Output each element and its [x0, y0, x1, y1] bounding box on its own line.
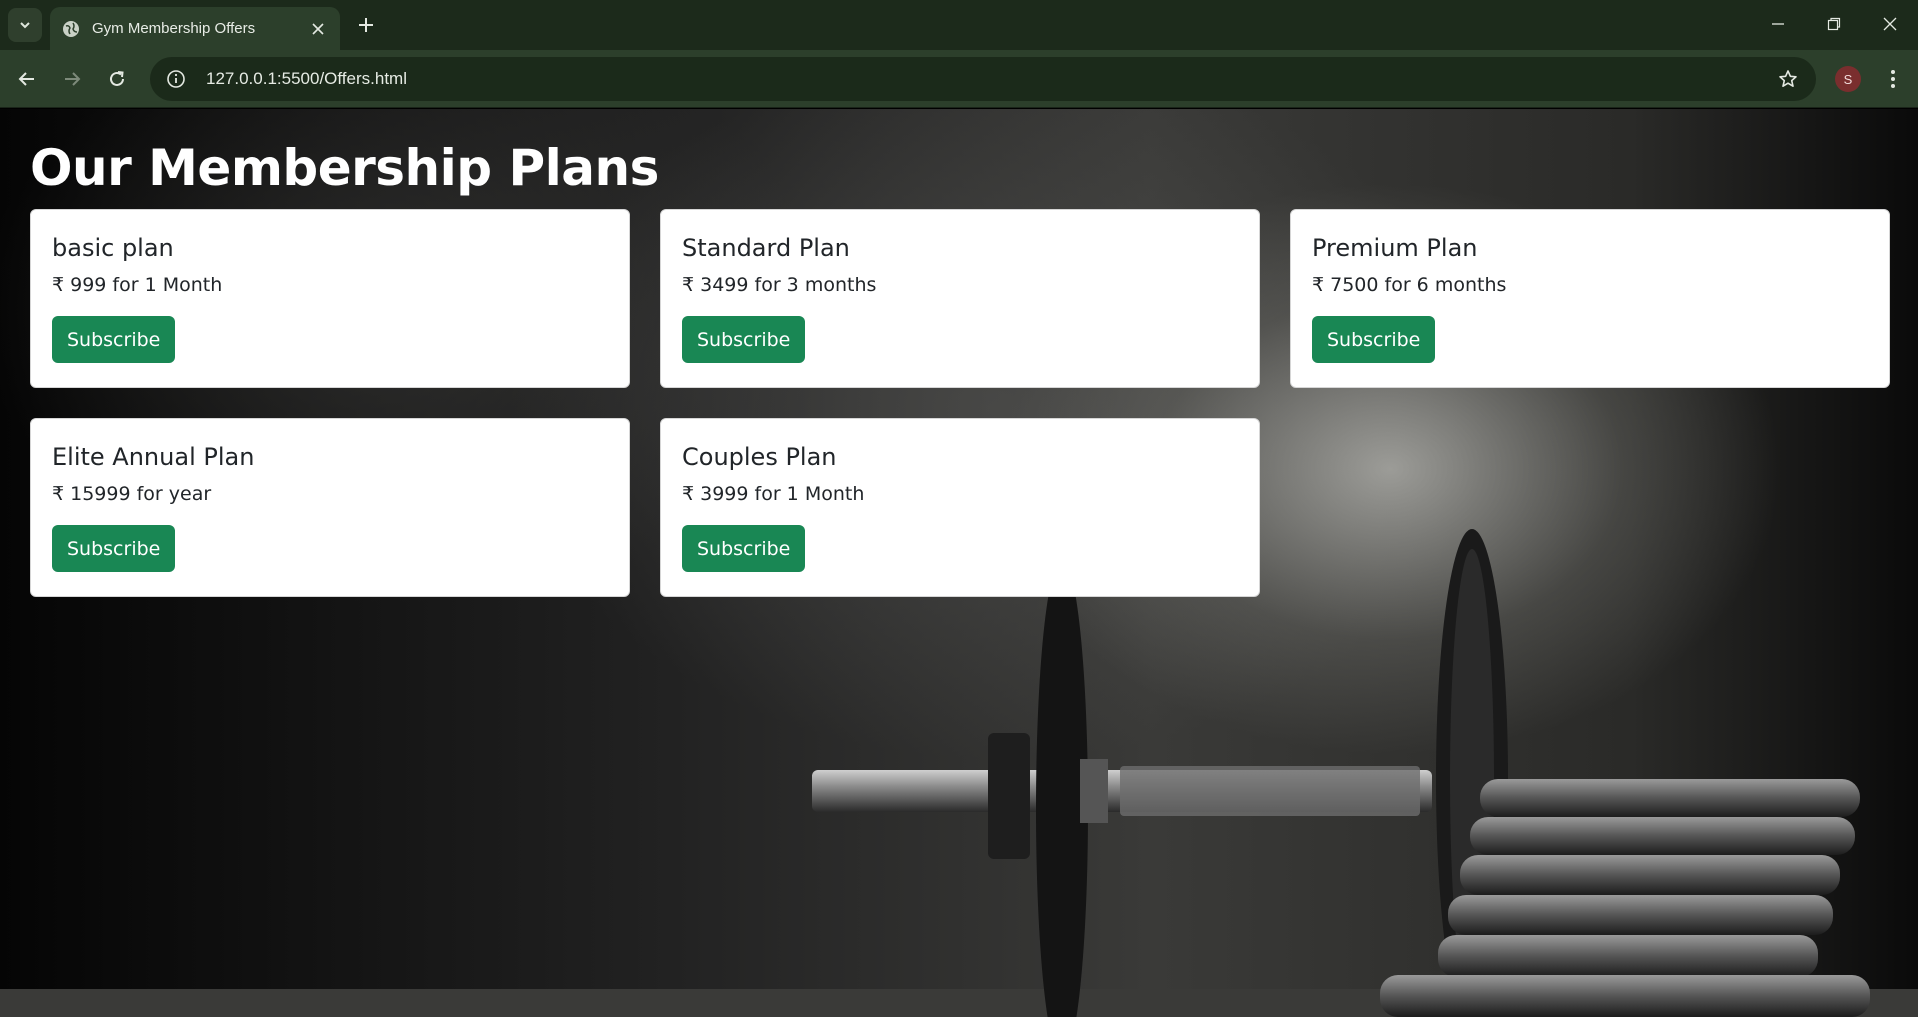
page-title: Our Membership Plans [30, 139, 659, 197]
plan-price: ₹ 15999 for year [52, 483, 212, 505]
browser-tab-bar: Gym Membership Offers [0, 0, 1918, 50]
plan-name: basic plan [52, 234, 174, 262]
globe-icon [63, 20, 79, 37]
plan-name: Elite Annual Plan [52, 443, 255, 471]
page-content: Our Membership Plans basic plan ₹ 999 fo… [0, 109, 1918, 1017]
plan-card-standard: Standard Plan ₹ 3499 for 3 months Subscr… [660, 209, 1260, 388]
plan-price: ₹ 7500 for 6 months [1312, 274, 1507, 296]
forward-button[interactable] [55, 62, 89, 96]
plan-price: ₹ 999 for 1 Month [52, 274, 223, 296]
subscribe-button[interactable]: Subscribe [52, 525, 176, 572]
minimize-icon [1772, 23, 1784, 25]
reload-button[interactable] [100, 62, 134, 96]
plan-card-premium: Premium Plan ₹ 7500 for 6 months Subscri… [1290, 209, 1890, 388]
url-text: 127.0.0.1:5500/Offers.html [206, 69, 407, 88]
bookmark-star-icon[interactable] [1774, 65, 1802, 93]
subscribe-button[interactable]: Subscribe [682, 316, 806, 363]
plan-price: ₹ 3499 for 3 months [682, 274, 877, 296]
plus-icon [359, 18, 373, 32]
tab-close-button[interactable] [308, 19, 328, 39]
plan-price: ₹ 3999 for 1 Month [682, 483, 865, 505]
tab-search-button[interactable] [8, 8, 42, 42]
restore-icon [1827, 17, 1841, 31]
close-icon [312, 22, 324, 35]
address-bar[interactable]: 127.0.0.1:5500/Offers.html [150, 57, 1816, 101]
kebab-menu-icon [1891, 70, 1895, 88]
browser-menu-button[interactable] [1880, 64, 1906, 94]
site-info-icon[interactable] [164, 67, 188, 91]
plan-name: Couples Plan [682, 443, 837, 471]
subscribe-button[interactable]: Subscribe [682, 525, 806, 572]
arrow-right-icon [65, 72, 81, 86]
plan-card-elite-annual: Elite Annual Plan ₹ 15999 for year Subsc… [30, 418, 630, 597]
arrow-left-icon [18, 72, 34, 86]
plan-card-couples: Couples Plan ₹ 3999 for 1 Month Subscrib… [660, 418, 1260, 597]
tab-title: Gym Membership Offers [92, 20, 256, 37]
chevron-down-icon [20, 22, 30, 29]
back-button[interactable] [10, 62, 44, 96]
new-tab-button[interactable] [352, 11, 380, 39]
subscribe-button[interactable]: Subscribe [1312, 316, 1436, 363]
subscribe-button[interactable]: Subscribe [52, 316, 176, 363]
plan-name: Premium Plan [1312, 234, 1478, 262]
restore-button[interactable] [1806, 0, 1862, 48]
window-close-button[interactable] [1862, 0, 1918, 48]
minimize-button[interactable] [1750, 0, 1806, 48]
reload-icon [110, 71, 124, 86]
plan-card-basic: basic plan ₹ 999 for 1 Month Subscribe [30, 209, 630, 388]
plan-name: Standard Plan [682, 234, 850, 262]
browser-tab[interactable]: Gym Membership Offers [50, 7, 340, 50]
profile-avatar[interactable]: S [1835, 66, 1861, 92]
browser-toolbar: 127.0.0.1:5500/Offers.html [0, 50, 1918, 108]
close-icon [1883, 17, 1897, 31]
